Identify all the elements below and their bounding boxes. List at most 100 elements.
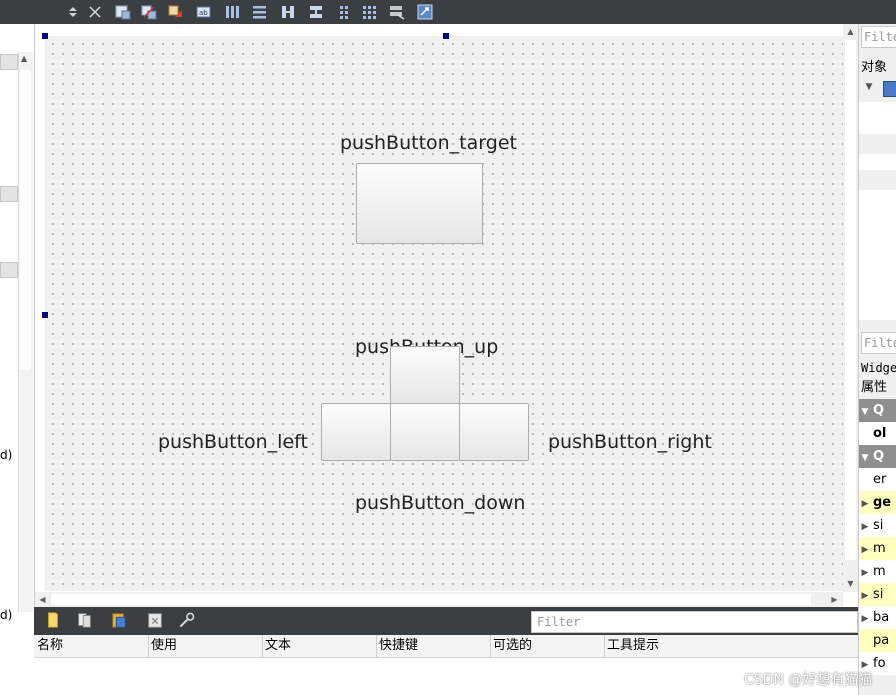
label-pushbutton-left[interactable]: pushButton_left [158,431,308,453]
edit-signals-icon[interactable] [140,3,158,21]
layout-grid-icon[interactable] [361,3,379,21]
copy-action-icon[interactable] [76,611,96,631]
expand-arrow-icon[interactable]: ▶ [859,562,871,583]
property-row[interactable]: ▶ m [859,537,896,561]
layout-v-splitter-icon[interactable] [307,3,325,21]
scroll-right-arrow-icon[interactable]: ▶ [827,592,842,607]
action-filter-input[interactable]: Filter [531,611,858,633]
break-layout-icon[interactable] [388,3,406,21]
object-tree-row[interactable] [859,102,896,118]
form-widget[interactable]: pushButton_target pushButton_up pushButt… [45,36,844,591]
layout-form-icon[interactable] [335,3,353,21]
scroll-up-arrow-icon[interactable]: ▲ [843,24,858,39]
column-header-text[interactable]: 文本 [262,635,377,657]
property-row[interactable]: ▼ Q [859,399,896,422]
object-tree-area [859,190,896,320]
scrollbar-thumb[interactable] [845,40,856,560]
label-pushbutton-down[interactable]: pushButton_down [355,492,525,514]
widget-box-text: d) [0,448,13,462]
layout-vertical-icon[interactable] [251,3,269,21]
object-filter-input[interactable]: Filter [861,26,896,48]
configure-icon[interactable] [178,611,200,631]
selection-handle[interactable] [42,33,48,39]
expand-arrow-icon[interactable]: ▶ [859,516,871,537]
expand-arrow-icon[interactable]: ▶ [859,608,871,629]
property-name: m [873,564,886,579]
collapse-arrow-icon[interactable]: ▼ [859,447,871,468]
paste-action-icon[interactable] [110,611,130,631]
property-row[interactable]: ol [859,422,896,445]
scroll-down-arrow-icon[interactable]: ▼ [843,576,858,591]
column-header-tooltip[interactable]: 工具提示 [604,635,858,657]
delete-action-icon[interactable] [146,611,166,631]
scrollbar-thumb[interactable] [51,594,811,605]
property-name: Q [873,403,885,418]
close-x-icon[interactable] [86,3,104,21]
layout-h-splitter-icon[interactable] [279,3,297,21]
selection-handle[interactable] [42,312,48,318]
action-editor-toolbar: Filter [34,607,858,635]
column-header-used[interactable]: 使用 [148,635,263,657]
expand-arrow-icon[interactable]: ▼ [863,82,875,92]
widget-icon [883,81,896,97]
property-filter-input[interactable]: Filter [861,332,896,354]
form-editor-toolbar: ab [0,0,896,24]
expand-arrow-icon[interactable]: ▶ [859,539,871,560]
canvas-horizontal-scrollbar[interactable]: ◀ ▶ [35,592,843,607]
property-row[interactable]: pa [859,629,896,653]
expand-arrow-icon[interactable]: ▶ [859,493,871,514]
watermark-text: CSDN @好想有猫猫 [744,672,873,688]
scrollbar-thumb[interactable] [20,70,31,370]
edit-tab-order-icon[interactable]: ab [195,3,213,21]
widget-box-category-bar[interactable] [0,54,18,70]
property-name: ol [873,426,887,441]
property-name: Q [873,449,885,464]
label-pushbutton-target[interactable]: pushButton_target [340,132,517,154]
property-row[interactable]: er [859,468,896,491]
property-name: m [873,541,886,556]
property-editor-header: 属性 [861,376,896,399]
property-row[interactable]: ▶ si [859,583,896,607]
right-dock-panel: Filter 对象 ▼ Filter Widget 属性 ▼Qol▼Qer▶ge… [858,24,896,695]
spin-arrows-icon[interactable] [64,3,82,21]
scroll-up-arrow-icon[interactable]: ▲ [21,54,27,63]
object-tree-row[interactable] [859,118,896,134]
object-tree-row[interactable] [859,154,896,170]
widget-box-category-bar[interactable] [0,262,18,278]
column-header-name[interactable]: 名称 [34,635,149,657]
pushbutton-target[interactable] [356,163,483,244]
form-canvas-area: pushButton_target pushButton_up pushButt… [35,24,858,607]
action-table-header: 名称 使用 文本 快捷键 可选的 工具提示 [34,635,858,658]
expand-arrow-icon[interactable]: ▶ [859,585,871,606]
property-row[interactable]: ▶ m [859,560,896,583]
layout-horizontal-icon[interactable] [224,3,242,21]
pushbutton-left[interactable] [321,403,391,461]
canvas-vertical-scrollbar[interactable]: ▲ ▼ [843,24,858,592]
pushbutton-up[interactable] [390,346,460,404]
widget-box-scrollbar[interactable]: ▲ [18,52,33,612]
pushbutton-right[interactable] [459,403,529,461]
property-row[interactable]: ▶ ba [859,606,896,629]
property-name: fo [873,656,886,671]
label-pushbutton-right[interactable]: pushButton_right [548,431,712,453]
scroll-left-arrow-icon[interactable]: ◀ [35,592,50,607]
pushbutton-down[interactable] [390,403,460,461]
property-name: ba [873,610,890,625]
property-name: er [873,472,887,487]
property-row[interactable]: ▶ si [859,514,896,537]
widget-box-category-bar[interactable] [0,186,18,202]
adjust-size-icon[interactable] [416,3,434,21]
property-name: pa [873,633,890,648]
edit-buddies-icon[interactable] [167,3,185,21]
column-header-checkable[interactable]: 可选的 [490,635,605,657]
object-tree-row[interactable]: ▼ [859,79,896,99]
selection-handle[interactable] [443,33,449,39]
widget-box-text: d) [0,608,13,622]
property-row[interactable]: ▶ ge [859,491,896,515]
column-header-shortcut[interactable]: 快捷键 [376,635,491,657]
property-row[interactable]: ▼ Q [859,445,896,468]
new-action-icon[interactable] [44,611,64,631]
edit-widgets-icon[interactable] [114,3,132,21]
collapse-arrow-icon[interactable]: ▼ [859,401,871,422]
svg-text:ab: ab [199,9,208,17]
